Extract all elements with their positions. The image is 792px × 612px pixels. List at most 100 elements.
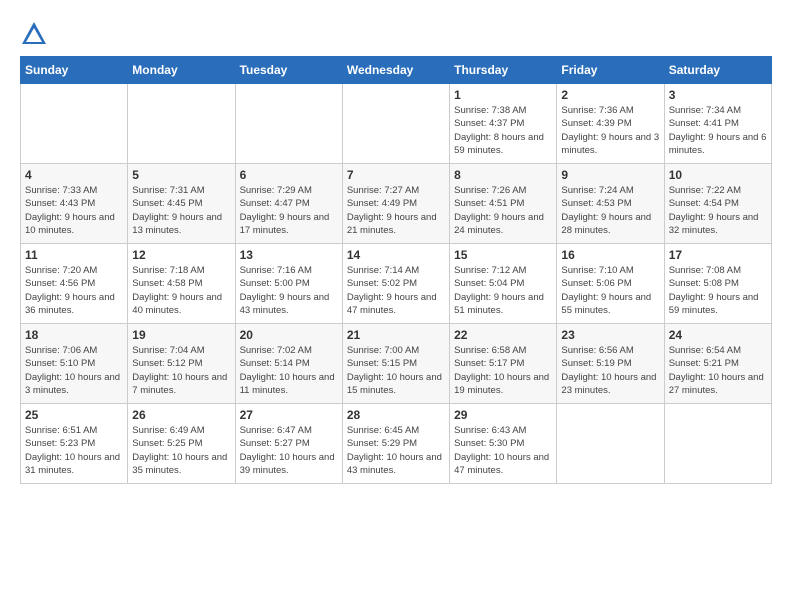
col-header-friday: Friday <box>557 57 664 84</box>
day-number: 19 <box>132 328 230 342</box>
day-cell: 4Sunrise: 7:33 AM Sunset: 4:43 PM Daylig… <box>21 164 128 244</box>
week-row-4: 18 Sunrise: 7:06 AM Sunset: 5:10 PM Dayli… <box>21 324 772 404</box>
day-cell: 28 Sunrise: 6:45 AM Sunset: 5:29 PM Dayli… <box>342 404 449 484</box>
day-cell <box>21 84 128 164</box>
day-info: Sunrise: 7:26 AM Sunset: 4:51 PM Dayligh… <box>454 184 552 237</box>
day-info: Sunrise: 7:16 AM Sunset: 5:00 PM Dayligh… <box>240 264 338 317</box>
calendar-table: SundayMondayTuesdayWednesdayThursdayFrid… <box>20 56 772 484</box>
day-cell: 5 Sunrise: 7:31 AM Sunset: 4:45 PM Daylig… <box>128 164 235 244</box>
day-cell: 12Sunrise: 7:18 AM Sunset: 4:58 PM Dayli… <box>128 244 235 324</box>
day-cell: 24 Sunrise: 6:54 AM Sunset: 5:21 PM Dayli… <box>664 324 771 404</box>
day-number: 24 <box>669 328 767 342</box>
week-row-3: 11 Sunrise: 7:20 AM Sunset: 4:56 PM Dayli… <box>21 244 772 324</box>
day-cell: 9 Sunrise: 7:24 AM Sunset: 4:53 PM Daylig… <box>557 164 664 244</box>
day-number: 28 <box>347 408 445 422</box>
day-cell: 19 Sunrise: 7:04 AM Sunset: 5:12 PM Dayli… <box>128 324 235 404</box>
day-cell <box>664 404 771 484</box>
day-info: Sunrise: 7:24 AM Sunset: 4:53 PM Dayligh… <box>561 184 659 237</box>
day-info: Sunrise: 7:18 AM Sunset: 4:58 PM Dayligh… <box>132 264 230 317</box>
day-info: Sunrise: 7:06 AM Sunset: 5:10 PM Dayligh… <box>25 344 123 397</box>
day-cell: 3 Sunrise: 7:34 AM Sunset: 4:41 PM Daylig… <box>664 84 771 164</box>
day-cell: 26Sunrise: 6:49 AM Sunset: 5:25 PM Dayli… <box>128 404 235 484</box>
day-info: Sunrise: 6:56 AM Sunset: 5:19 PM Dayligh… <box>561 344 659 397</box>
col-header-tuesday: Tuesday <box>235 57 342 84</box>
day-info: Sunrise: 7:00 AM Sunset: 5:15 PM Dayligh… <box>347 344 445 397</box>
day-number: 14 <box>347 248 445 262</box>
page-header <box>20 20 772 48</box>
day-info: Sunrise: 7:38 AM Sunset: 4:37 PM Dayligh… <box>454 104 552 157</box>
day-cell <box>128 84 235 164</box>
day-info: Sunrise: 7:33 AM Sunset: 4:43 PM Dayligh… <box>25 184 123 237</box>
day-cell: 14 Sunrise: 7:14 AM Sunset: 5:02 PM Dayli… <box>342 244 449 324</box>
col-header-monday: Monday <box>128 57 235 84</box>
day-info: Sunrise: 7:04 AM Sunset: 5:12 PM Dayligh… <box>132 344 230 397</box>
day-cell: 6 Sunrise: 7:29 AM Sunset: 4:47 PM Daylig… <box>235 164 342 244</box>
day-cell: 23 Sunrise: 6:56 AM Sunset: 5:19 PM Dayli… <box>557 324 664 404</box>
col-header-thursday: Thursday <box>450 57 557 84</box>
day-number: 2 <box>561 88 659 102</box>
logo-icon <box>20 20 48 48</box>
week-row-2: 4Sunrise: 7:33 AM Sunset: 4:43 PM Daylig… <box>21 164 772 244</box>
day-info: Sunrise: 7:22 AM Sunset: 4:54 PM Dayligh… <box>669 184 767 237</box>
day-cell <box>342 84 449 164</box>
header-row: SundayMondayTuesdayWednesdayThursdayFrid… <box>21 57 772 84</box>
day-number: 20 <box>240 328 338 342</box>
day-info: Sunrise: 7:08 AM Sunset: 5:08 PM Dayligh… <box>669 264 767 317</box>
day-info: Sunrise: 7:31 AM Sunset: 4:45 PM Dayligh… <box>132 184 230 237</box>
day-info: Sunrise: 7:27 AM Sunset: 4:49 PM Dayligh… <box>347 184 445 237</box>
day-number: 10 <box>669 168 767 182</box>
col-header-sunday: Sunday <box>21 57 128 84</box>
day-number: 3 <box>669 88 767 102</box>
day-number: 27 <box>240 408 338 422</box>
day-info: Sunrise: 6:45 AM Sunset: 5:29 PM Dayligh… <box>347 424 445 477</box>
day-cell: 2Sunrise: 7:36 AM Sunset: 4:39 PM Daylig… <box>557 84 664 164</box>
day-info: Sunrise: 7:34 AM Sunset: 4:41 PM Dayligh… <box>669 104 767 157</box>
day-cell: 18 Sunrise: 7:06 AM Sunset: 5:10 PM Dayli… <box>21 324 128 404</box>
day-number: 13 <box>240 248 338 262</box>
day-number: 15 <box>454 248 552 262</box>
day-cell: 29 Sunrise: 6:43 AM Sunset: 5:30 PM Dayli… <box>450 404 557 484</box>
day-info: Sunrise: 6:58 AM Sunset: 5:17 PM Dayligh… <box>454 344 552 397</box>
day-number: 25 <box>25 408 123 422</box>
day-cell: 10 Sunrise: 7:22 AM Sunset: 4:54 PM Dayli… <box>664 164 771 244</box>
day-cell: 21 Sunrise: 7:00 AM Sunset: 5:15 PM Dayli… <box>342 324 449 404</box>
day-cell: 25Sunrise: 6:51 AM Sunset: 5:23 PM Dayli… <box>21 404 128 484</box>
day-number: 9 <box>561 168 659 182</box>
day-cell <box>557 404 664 484</box>
day-info: Sunrise: 7:10 AM Sunset: 5:06 PM Dayligh… <box>561 264 659 317</box>
day-number: 11 <box>25 248 123 262</box>
day-cell: 17 Sunrise: 7:08 AM Sunset: 5:08 PM Dayli… <box>664 244 771 324</box>
day-number: 21 <box>347 328 445 342</box>
day-info: Sunrise: 6:43 AM Sunset: 5:30 PM Dayligh… <box>454 424 552 477</box>
day-cell <box>235 84 342 164</box>
day-number: 8 <box>454 168 552 182</box>
day-number: 17 <box>669 248 767 262</box>
day-cell: 15Sunrise: 7:12 AM Sunset: 5:04 PM Dayli… <box>450 244 557 324</box>
day-cell: 1 Sunrise: 7:38 AM Sunset: 4:37 PM Daylig… <box>450 84 557 164</box>
day-number: 6 <box>240 168 338 182</box>
day-cell: 20 Sunrise: 7:02 AM Sunset: 5:14 PM Dayli… <box>235 324 342 404</box>
day-info: Sunrise: 7:02 AM Sunset: 5:14 PM Dayligh… <box>240 344 338 397</box>
day-cell: 11 Sunrise: 7:20 AM Sunset: 4:56 PM Dayli… <box>21 244 128 324</box>
col-header-saturday: Saturday <box>664 57 771 84</box>
day-number: 1 <box>454 88 552 102</box>
day-info: Sunrise: 7:29 AM Sunset: 4:47 PM Dayligh… <box>240 184 338 237</box>
day-info: Sunrise: 7:14 AM Sunset: 5:02 PM Dayligh… <box>347 264 445 317</box>
week-row-1: 1 Sunrise: 7:38 AM Sunset: 4:37 PM Daylig… <box>21 84 772 164</box>
day-number: 16 <box>561 248 659 262</box>
day-cell: 13 Sunrise: 7:16 AM Sunset: 5:00 PM Dayli… <box>235 244 342 324</box>
day-info: Sunrise: 6:54 AM Sunset: 5:21 PM Dayligh… <box>669 344 767 397</box>
day-info: Sunrise: 7:20 AM Sunset: 4:56 PM Dayligh… <box>25 264 123 317</box>
col-header-wednesday: Wednesday <box>342 57 449 84</box>
day-number: 29 <box>454 408 552 422</box>
logo <box>20 20 52 48</box>
day-cell: 22 Sunrise: 6:58 AM Sunset: 5:17 PM Dayli… <box>450 324 557 404</box>
week-row-5: 25Sunrise: 6:51 AM Sunset: 5:23 PM Dayli… <box>21 404 772 484</box>
day-cell: 27Sunrise: 6:47 AM Sunset: 5:27 PM Dayli… <box>235 404 342 484</box>
day-number: 5 <box>132 168 230 182</box>
day-info: Sunrise: 6:49 AM Sunset: 5:25 PM Dayligh… <box>132 424 230 477</box>
day-number: 23 <box>561 328 659 342</box>
day-number: 7 <box>347 168 445 182</box>
day-number: 18 <box>25 328 123 342</box>
day-number: 22 <box>454 328 552 342</box>
